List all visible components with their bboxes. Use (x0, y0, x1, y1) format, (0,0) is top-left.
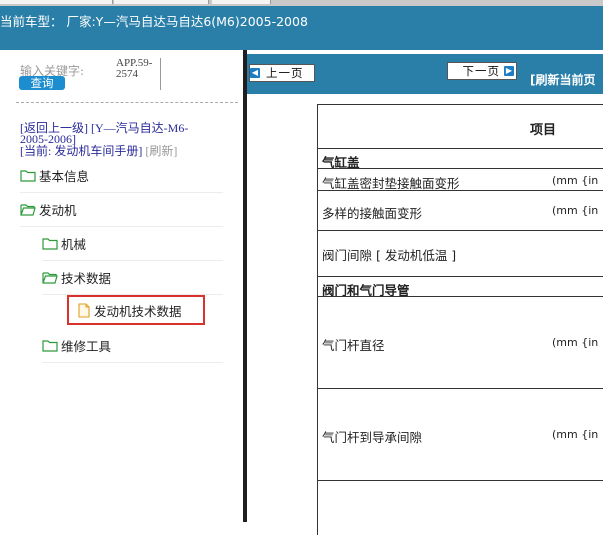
table-row: 气缸盖 (318, 148, 603, 170)
tree-item-label: 维修工具 (61, 338, 112, 354)
current-model-text: 当前车型： 厂家:Y—汽马自达马自达6(M6)2005-2008 (0, 14, 308, 29)
page-toolbar: ◀ 上一页 下一页 ▶ [刷新当前页 (247, 54, 603, 94)
tree-item-engine[interactable]: 发动机 (20, 192, 223, 227)
tab-strip-segment (212, 0, 271, 4)
table-row (318, 480, 603, 541)
table-row: 多样的接触面变形 (mm {in (318, 190, 603, 231)
row-unit: (mm {in (552, 174, 599, 187)
table-row: 气门杆直径 (mm {in (318, 296, 603, 389)
content-pane: ◀ 上一页 下一页 ▶ [刷新当前页 项目 气缸盖 气缸盖密封垫接触面变形 (m… (247, 50, 603, 535)
tree-item-tech-data[interactable]: 技术数据 (42, 260, 223, 295)
folder-open-icon (20, 203, 36, 216)
tree-item-label: 发动机技术数据 (94, 303, 182, 319)
folder-icon (42, 237, 58, 250)
row-text: 气门杆直径 (322, 338, 385, 353)
path-link[interactable]: [Y—汽马自达-M6- (91, 121, 188, 135)
document-area: 项目 气缸盖 气缸盖密封垫接触面变形 (mm {in 多样的接触面变形 (mm … (247, 94, 603, 535)
row-unit: (mm {in (552, 336, 599, 349)
tab-strip-segment (0, 0, 113, 4)
refresh-page-link[interactable]: [刷新当前页 (530, 71, 596, 88)
folder-open-icon (42, 271, 58, 284)
tree-item-label: 发动机 (39, 202, 77, 218)
keyword-input[interactable]: APP.59- 2574 (116, 58, 161, 90)
tree-item-engine-tech-data[interactable]: 发动机技术数据 (67, 295, 205, 325)
next-page-button[interactable]: 下一页 ▶ (447, 62, 517, 80)
folder-icon (42, 339, 58, 352)
table-row: 阀门和气门导管 (318, 276, 603, 298)
refresh-link[interactable]: [刷新] (145, 144, 177, 158)
table-row: 阀门间隙 [ 发动机低温 ] (318, 230, 603, 277)
folder-icon (20, 169, 36, 182)
row-text: 多样的接触面变形 (322, 206, 423, 221)
arrow-right-icon: ▶ (504, 66, 514, 76)
document-icon (78, 302, 90, 318)
row-unit: (mm {in (552, 428, 599, 441)
tree-item-mechanical[interactable]: 机械 (42, 226, 223, 261)
tree-item-label: 基本信息 (39, 168, 90, 184)
table-row: 气门杆到导承间隙 (mm {in (318, 388, 603, 481)
spec-table: 项目 气缸盖 气缸盖密封垫接触面变形 (mm {in 多样的接触面变形 (mm … (317, 104, 603, 535)
keyword-value-line2: 2574 (116, 68, 138, 80)
table-row: 气缸盖密封垫接触面变形 (mm {in (318, 168, 603, 191)
next-page-label: 下一页 (462, 64, 500, 78)
tree-item-label: 机械 (61, 236, 87, 252)
breadcrumb-current: [当前: 发动机车间手册] [刷新] (20, 144, 177, 158)
row-text: 阀门间隙 [ 发动机低温 ] (322, 248, 457, 263)
search-button[interactable]: 查询 (19, 76, 65, 90)
prev-page-button[interactable]: ◀ 上一页 (249, 64, 315, 82)
tree-item-tools[interactable]: 维修工具 (42, 328, 223, 363)
arrow-left-icon: ◀ (250, 68, 260, 78)
prev-page-label: 上一页 (266, 66, 304, 80)
table-header: 项目 (530, 123, 557, 138)
dashed-divider (16, 102, 238, 103)
tree-item-label: 技术数据 (61, 270, 112, 286)
sidebar: 输入关键字: APP.59- 2574 查询 [返回上一级] [Y—汽马自达-M… (0, 50, 243, 522)
current-label: [当前: 发动机车间手册] (20, 144, 143, 158)
header-bar: 当前车型： 厂家:Y—汽马自达马自达6(M6)2005-2008 (0, 6, 603, 50)
row-text: 气门杆到导承间隙 (322, 430, 423, 445)
row-unit: (mm {in (552, 204, 599, 217)
tab-strip-segment (114, 0, 209, 4)
tree-item-basic-info[interactable]: 基本信息 (20, 158, 223, 193)
